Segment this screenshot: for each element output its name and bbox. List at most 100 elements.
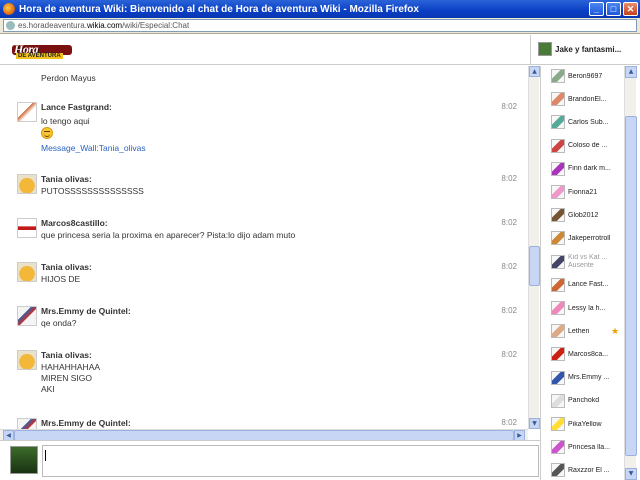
user-scroll-down-button[interactable]: ▼ (625, 468, 637, 480)
message-author[interactable]: Tania olivas: (41, 262, 92, 272)
user-avatar (551, 208, 565, 223)
message-text: HAHAHHAHAA (41, 362, 101, 372)
user-name: Kid vs Kat ... Ausente (568, 254, 607, 270)
user-avatar (551, 254, 565, 269)
user-avatar[interactable] (17, 218, 37, 238)
user-name: Beron9697 (568, 72, 603, 80)
user-list-item[interactable]: PikaYellow (551, 416, 624, 432)
window-titlebar: Hora de aventura Wiki: Bienvenido al cha… (0, 0, 640, 18)
message-scrollbar[interactable]: ▲ ▼ (528, 66, 540, 429)
message-time: 8:02 (501, 350, 517, 359)
user-name: Coloso de ... (568, 142, 608, 150)
message-time: 8:02 (501, 262, 517, 271)
minimize-button[interactable]: _ (589, 2, 604, 16)
user-name: Marcos8ca... (568, 350, 609, 358)
user-list-item[interactable]: Carlos Sub... (551, 114, 624, 130)
user-avatar (551, 138, 565, 153)
user-avatar[interactable] (17, 350, 37, 370)
user-name: Raxzzor El ... (568, 466, 610, 474)
user-list-item[interactable]: Mrs.Emmy ... (551, 370, 624, 386)
user-list-item[interactable]: Fionna21 (551, 184, 624, 200)
url-domain: wikia.com (86, 21, 123, 30)
chat-input[interactable] (42, 445, 539, 477)
user-name: Fionna21 (568, 188, 598, 196)
chat-message: Mrs.Emmy de Quintel: 8:02 qe onda? (0, 306, 525, 336)
message-author[interactable]: Mrs.Emmy de Quintel: (41, 306, 131, 316)
message-time: 8:02 (501, 174, 517, 183)
header-divider (530, 35, 531, 65)
message-list: Perdon Mayus Lance Fastgrand: 8:02 lo te… (0, 66, 528, 429)
message-time: 8:02 (501, 418, 517, 427)
user-avatar (551, 115, 565, 130)
user-name: Lance Fast... (568, 281, 609, 289)
current-user[interactable]: Jake y fantasmi... (538, 42, 621, 56)
url-field[interactable]: es.horadeaventura. wikia.com/wiki/Especia… (3, 19, 637, 32)
user-list-item[interactable]: Raxzzor El ... (551, 462, 624, 478)
user-list-item[interactable]: Lessy la h... (551, 300, 624, 316)
message-text: Perdon Mayus (41, 73, 96, 83)
user-status: Ausente (568, 261, 594, 269)
user-avatar[interactable] (17, 174, 37, 194)
user-list-item[interactable]: Marcos8ca... (551, 346, 624, 362)
message-text: AKI (41, 384, 55, 394)
chat-message: Tania olivas: 8:02 HIJOS DE (0, 262, 525, 292)
user-avatar (551, 440, 565, 455)
user-list-item[interactable]: BrandonEl... (551, 91, 624, 107)
user-name-text: Kid vs Kat ... (568, 253, 608, 261)
chat-message: Perdon Mayus (0, 70, 525, 86)
user-list-item[interactable]: Finn dark m... (551, 161, 624, 177)
user-list-item[interactable]: Princesa lla... (551, 439, 624, 455)
star-icon: ★ (611, 326, 620, 337)
user-avatar (551, 324, 565, 339)
message-author[interactable]: Mrs.Emmy de Quintel: (41, 418, 131, 428)
close-button[interactable]: ✕ (623, 2, 638, 16)
maximize-button[interactable]: □ (606, 2, 621, 16)
message-author[interactable]: Tania olivas: (41, 174, 92, 184)
message-text: PUTOSSSSSSSSSSSSSS (41, 186, 144, 196)
horizontal-scrollbar[interactable]: ◀ ▶ (0, 429, 528, 441)
user-name: PikaYellow (568, 420, 602, 428)
user-name: Glob2012 (568, 211, 599, 219)
message-text: que princesa seria la proxima en aparece… (41, 230, 296, 240)
user-name: Mrs.Emmy ... (568, 374, 610, 382)
scroll-up-button[interactable]: ▲ (529, 66, 540, 77)
message-text: lo tengo aqui (41, 116, 90, 126)
user-name: Carlos Sub... (568, 118, 609, 126)
message-link[interactable]: Message_Wall:Tania_olivas (41, 143, 146, 153)
message-time: 8:02 (501, 102, 517, 111)
message-author[interactable]: Lance Fastgrand: (41, 102, 112, 112)
user-scroll-thumb[interactable] (625, 116, 637, 456)
chat-message: Tania olivas: 8:02 HAHAHHAHAA MIREN SIGO… (0, 350, 525, 400)
user-name: Princesa lla... (568, 443, 611, 451)
user-list-item[interactable]: Lance Fast... (551, 277, 624, 293)
wiki-logo[interactable]: Hora DE AVENTURA (12, 41, 72, 61)
user-list-item[interactable]: Lethen ★ (551, 323, 624, 339)
user-name: Panchokd (568, 397, 600, 405)
scroll-thumb[interactable] (529, 246, 540, 286)
user-list-item[interactable]: Glob2012 (551, 207, 624, 223)
user-avatar[interactable] (17, 102, 37, 122)
chat-message: Lance Fastgrand: 8:02 lo tengo aqui Mess… (0, 102, 525, 158)
user-avatar[interactable] (17, 418, 37, 429)
user-name: Lessy la h... (568, 304, 606, 312)
chat-message: Mrs.Emmy de Quintel: 8:02 (0, 418, 525, 429)
address-bar: es.horadeaventura. wikia.com/wiki/Especia… (0, 18, 640, 34)
user-list-scrollbar[interactable]: ▲ ▼ (624, 66, 637, 480)
message-author[interactable]: Marcos8castillo: (41, 218, 108, 228)
user-list-item[interactable]: Panchokd (551, 393, 624, 409)
message-text: HIJOS DE (41, 274, 81, 284)
user-avatar[interactable] (17, 262, 37, 282)
scroll-down-button[interactable]: ▼ (529, 418, 540, 429)
user-scroll-up-button[interactable]: ▲ (625, 66, 637, 78)
chat-input-area (0, 440, 540, 480)
chat-message: Tania olivas: 8:02 PUTOSSSSSSSSSSSSSS (0, 174, 525, 204)
current-user-name: Jake y fantasmi... (555, 44, 622, 54)
user-list-item[interactable]: Coloso de ... (551, 138, 624, 154)
user-avatar[interactable] (17, 306, 37, 326)
user-list-item[interactable]: Jakeperrotroll (551, 230, 624, 246)
user-list-item[interactable]: Beron9697 (551, 68, 624, 84)
user-list-item[interactable]: Kid vs Kat ... Ausente (551, 254, 624, 270)
message-text: MIREN SIGO (41, 373, 93, 383)
message-author[interactable]: Tania olivas: (41, 350, 92, 360)
user-avatar (551, 417, 565, 431)
